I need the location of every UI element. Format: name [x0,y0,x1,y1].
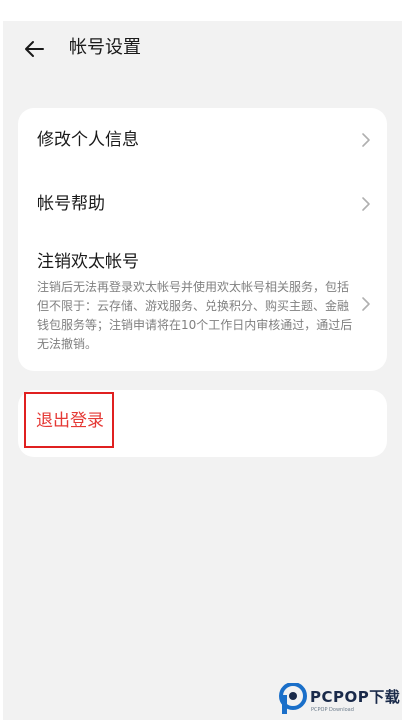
logout-button[interactable]: 退出登录 [24,392,114,448]
settings-item-delete-account[interactable]: 注销欢太帐号 注销后无法再登录欢太帐号并使用欢太帐号相关服务，包括但不限于：云存… [18,236,387,371]
chevron-right-icon [361,196,371,212]
pcpop-logo-icon [279,683,307,714]
watermark-brand: PCPOP下载 [310,688,401,706]
account-settings-screen: 帐号设置 修改个人信息 帐号帮助 注销欢太帐号 注销后无法再登录欢太帐号并使用欢… [3,21,402,720]
logout-label: 退出登录 [36,411,104,431]
back-button[interactable] [21,37,49,61]
logout-card: 退出登录 [18,390,387,457]
header: 帐号设置 [3,21,402,77]
settings-item-label: 帐号帮助 [37,194,105,214]
settings-card: 修改个人信息 帐号帮助 注销欢太帐号 注销后无法再登录欢太帐号并使用欢太帐号相关… [18,108,387,371]
settings-item-label: 修改个人信息 [37,130,139,150]
arrow-left-icon [25,41,44,57]
chevron-right-icon [361,296,371,312]
settings-item-description: 注销后无法再登录欢太帐号并使用欢太帐号相关服务，包括但不限于：云存储、游戏服务、… [37,280,353,351]
settings-item-label: 注销欢太帐号 [37,252,139,272]
settings-item-account-help[interactable]: 帐号帮助 [18,172,387,236]
watermark: PCPOP下载 PCPOP Download [278,683,404,717]
page-title: 帐号设置 [69,37,141,58]
chevron-right-icon [361,132,371,148]
settings-item-edit-profile[interactable]: 修改个人信息 [18,108,387,172]
watermark-sub: PCPOP Download [311,707,354,713]
